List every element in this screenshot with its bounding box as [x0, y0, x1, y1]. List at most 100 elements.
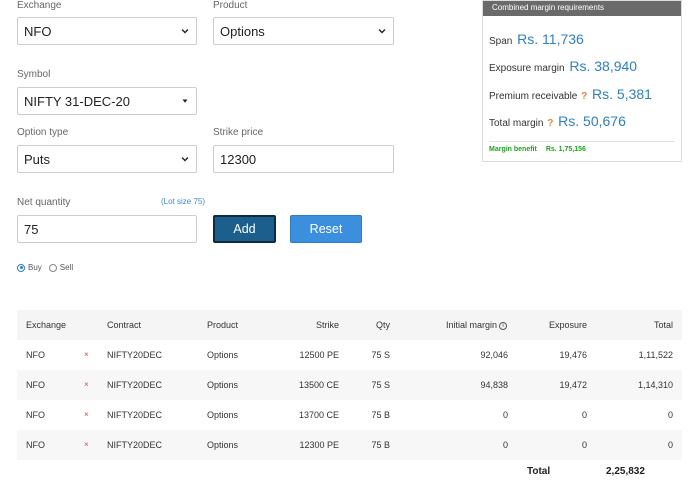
row-exposure: 0	[581, 440, 587, 450]
header-initial-margin: Initial margin i	[446, 310, 507, 340]
header-exposure: Exposure	[548, 320, 587, 330]
row-exposure: 19,476	[559, 350, 587, 360]
row-product: Options	[207, 440, 239, 450]
close-icon[interactable]: ×	[84, 340, 89, 370]
margin-summary-panel: Combined margin requirements Span Rs. 11…	[482, 0, 682, 162]
divider	[489, 141, 675, 142]
close-icon[interactable]: ×	[84, 370, 89, 400]
header-initial-margin-label: Initial margin	[445, 320, 497, 330]
info-icon[interactable]: i	[499, 321, 507, 330]
strike-price-input[interactable]: 12300	[213, 145, 394, 173]
lot-size-note: (Lot size 75)	[161, 197, 206, 206]
row-strike: 12300 PE	[299, 440, 339, 450]
row-qty: 75 S	[371, 380, 390, 390]
table-row: NFO × NIFTY20DEC Options 13500 CE 75 S 9…	[17, 370, 682, 400]
table-row: NFO × NIFTY20DEC Options 12300 PE 75 B 0…	[17, 430, 682, 460]
span-label: Span	[489, 36, 513, 47]
row-qty: 75 S	[371, 350, 390, 360]
header-exchange: Exchange	[26, 320, 67, 330]
margin-benefit-value: Rs. 1,75,156	[545, 146, 586, 153]
row-initial-margin: 92,046	[480, 350, 508, 360]
total-margin-label: Total margin	[489, 118, 544, 129]
symbol-label: Symbol	[17, 69, 51, 80]
header-strike: Strike	[315, 320, 339, 330]
row-exposure: 19,472	[559, 380, 587, 390]
row-product: Options	[207, 410, 239, 420]
reset-button[interactable]: Reset	[290, 215, 362, 243]
total-margin-value: Rs. 50,676	[558, 113, 626, 129]
option-type-value: Puts	[24, 151, 51, 167]
exchange-select[interactable]: NFO	[17, 17, 197, 45]
row-initial-margin: 0	[502, 440, 508, 450]
row-strike: 13700 CE	[298, 410, 339, 420]
help-icon[interactable]: ?	[547, 118, 553, 129]
total-margin-row: Total margin ? Rs. 50,676	[489, 113, 626, 129]
row-contract: NIFTY20DEC	[107, 440, 163, 450]
row-contract: NIFTY20DEC	[107, 350, 163, 360]
strike-price-label: Strike price	[213, 127, 264, 138]
row-initial-margin: 0	[502, 410, 508, 420]
buy-sell-toggle: Buy Sell	[17, 263, 73, 272]
caret-down-icon	[182, 99, 188, 103]
symbol-select[interactable]: NIFTY 31-DEC-20	[17, 87, 197, 115]
table-row: NFO × NIFTY20DEC Options 13700 CE 75 B 0…	[17, 400, 682, 430]
product-label: Product	[213, 0, 248, 11]
header-total: Total	[653, 320, 673, 330]
row-exposure: 0	[581, 410, 587, 420]
row-initial-margin: 94,838	[480, 380, 508, 390]
product-select[interactable]: Options	[213, 17, 394, 45]
margin-panel-title: Combined margin requirements	[483, 1, 681, 16]
row-product: Options	[207, 350, 239, 360]
header-contract: Contract	[107, 320, 142, 330]
row-exchange: NFO	[26, 380, 45, 390]
table-header: Exchange Contract Product Strike Qty Ini…	[17, 310, 682, 340]
margin-benefit-label: Margin benefit	[489, 146, 537, 153]
net-quantity-label: Net quantity	[17, 197, 71, 208]
row-exchange: NFO	[26, 350, 45, 360]
help-icon[interactable]: ?	[581, 91, 587, 102]
exposure-margin-value: Rs. 38,940	[569, 58, 638, 74]
row-strike: 13500 CE	[298, 380, 339, 390]
row-exchange: NFO	[26, 440, 45, 450]
buy-radio-label: Buy	[28, 263, 42, 272]
row-contract: NIFTY20DEC	[107, 380, 163, 390]
sell-radio-label: Sell	[59, 263, 74, 272]
net-quantity-value: 75	[24, 221, 39, 237]
buy-radio[interactable]	[17, 263, 25, 272]
net-quantity-input[interactable]: 75	[17, 215, 197, 243]
span-value: Rs. 11,736	[517, 31, 584, 47]
row-total: 1,14,310	[637, 380, 673, 390]
strike-price-value: 12300	[220, 151, 257, 167]
symbol-value: NIFTY 31-DEC-20	[24, 93, 130, 109]
grand-total-value: 2,25,832	[606, 466, 645, 477]
row-product: Options	[207, 380, 239, 390]
row-total: 0	[667, 410, 673, 420]
exposure-margin-label: Exposure margin	[489, 63, 565, 74]
positions-table: Exchange Contract Product Strike Qty Ini…	[17, 310, 682, 460]
row-qty: 75 B	[371, 410, 390, 420]
span-row: Span Rs. 11,736	[489, 31, 584, 47]
header-product: Product	[207, 320, 239, 330]
grand-total-label: Total	[527, 466, 551, 477]
close-icon[interactable]: ×	[84, 430, 89, 460]
add-button[interactable]: Add	[213, 215, 276, 243]
row-total: 1,11,522	[638, 350, 673, 360]
table-row: NFO × NIFTY20DEC Options 12500 PE 75 S 9…	[17, 340, 682, 370]
product-value: Options	[220, 23, 265, 39]
sell-radio[interactable]	[48, 263, 57, 272]
row-qty: 75 B	[371, 440, 390, 450]
chevron-down-icon	[378, 29, 386, 34]
option-type-label: Option type	[17, 127, 69, 138]
header-qty: Qty	[375, 320, 390, 330]
row-strike: 12500 PE	[299, 350, 339, 360]
row-exchange: NFO	[26, 410, 45, 420]
row-contract: NIFTY20DEC	[107, 410, 163, 420]
exchange-value: NFO	[24, 23, 52, 39]
exposure-margin-row: Exposure margin Rs. 38,940	[489, 58, 637, 74]
exchange-label: Exchange	[17, 0, 62, 11]
option-type-select[interactable]: Puts	[17, 145, 197, 173]
close-icon[interactable]: ×	[84, 400, 89, 430]
premium-receivable-label: Premium receivable	[489, 91, 578, 102]
margin-benefit: Margin benefit Rs. 1,75,156	[489, 146, 586, 153]
row-total: 0	[667, 440, 673, 450]
